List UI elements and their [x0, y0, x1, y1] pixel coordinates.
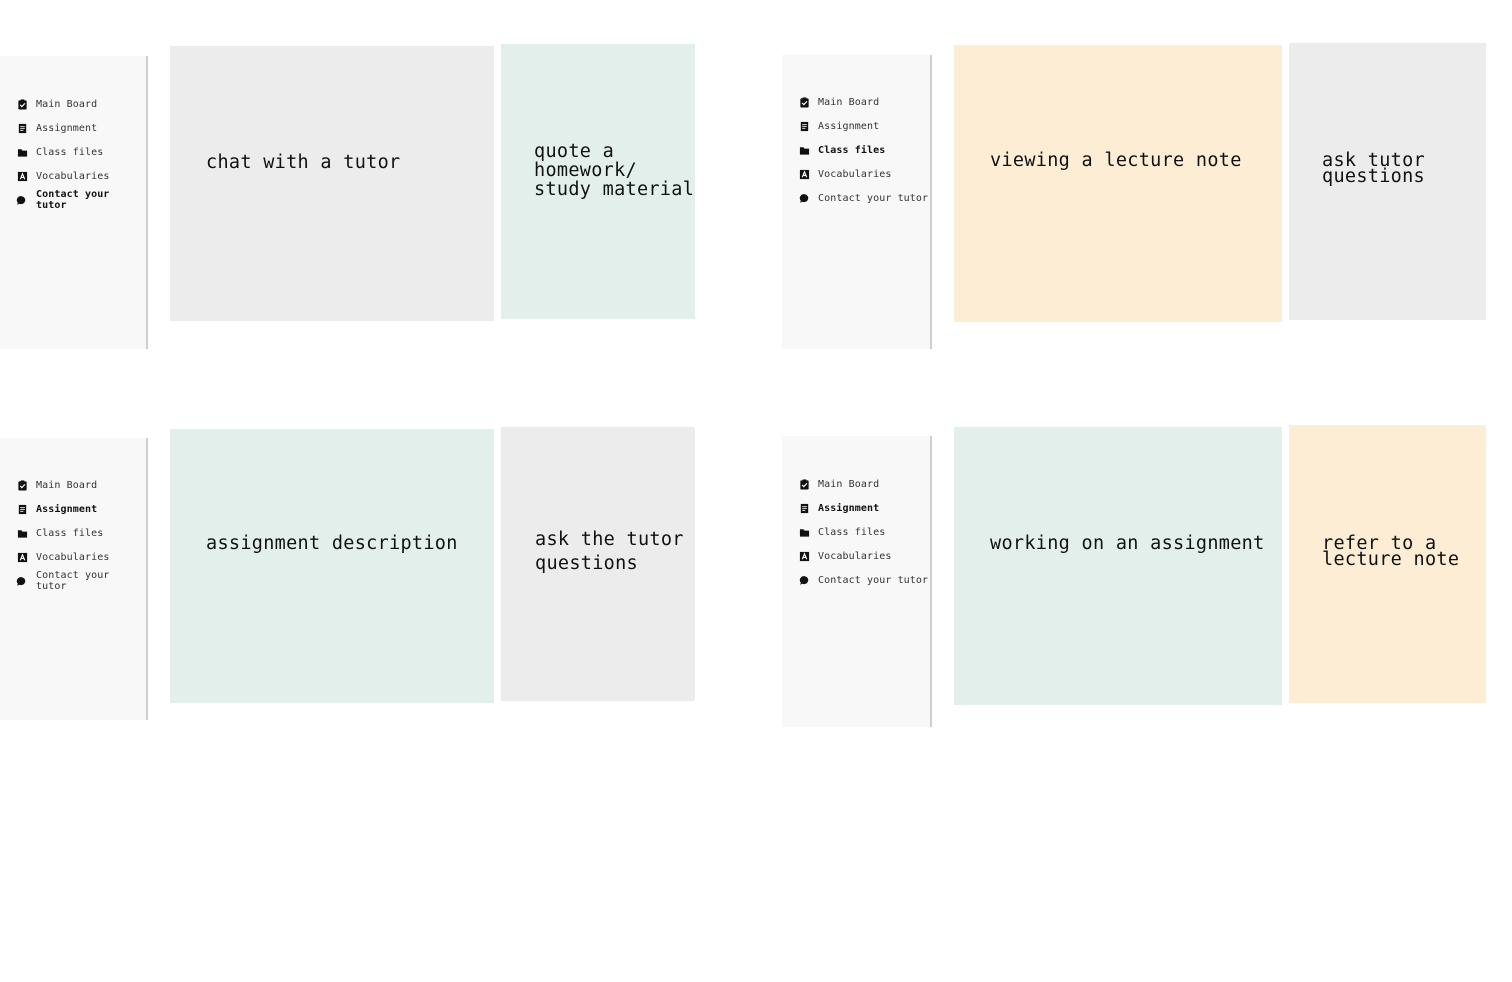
clipboard-check-icon — [16, 98, 28, 110]
main-panel-text: working on an assignment — [990, 533, 1265, 554]
chat-bubble-icon — [16, 575, 28, 587]
main-panel[interactable]: assignment description — [170, 429, 494, 703]
sidebar-item-vocabularies[interactable]: Vocabularies — [16, 164, 146, 188]
sidebar-item-main-board[interactable]: Main Board — [798, 472, 928, 496]
sidebar-item-vocabularies[interactable]: Vocabularies — [798, 544, 928, 568]
main-panel[interactable]: working on an assignment — [954, 427, 1282, 705]
sidebar-item-main-board[interactable]: Main Board — [16, 92, 146, 116]
side-panel[interactable]: quote a homework/ study material — [501, 44, 695, 319]
main-panel[interactable]: chat with a tutor — [170, 46, 494, 321]
sidebar-item-label: Assignment — [818, 120, 880, 132]
sidebar-item-assignment[interactable]: Assignment — [16, 116, 146, 140]
chat-bubble-icon — [16, 194, 28, 206]
folder-icon — [16, 146, 28, 158]
folder-icon — [798, 144, 810, 156]
sidebar-item-label: Main Board — [36, 98, 98, 110]
sidebar-item-label: Assignment — [36, 122, 98, 134]
main-panel[interactable]: viewing a lecture note — [954, 45, 1282, 322]
sidebar-item-label: Contact your tutor — [818, 574, 929, 586]
clipboard-check-icon — [798, 478, 810, 490]
sidebar-nav: Main Board Assignment Class files Vocabu… — [798, 472, 928, 592]
side-panel-text: quote a homework/ study material — [534, 141, 695, 200]
sidebar-nav: Main Board Assignment Class files Vocabu… — [798, 90, 928, 210]
side-panel-text: ask tutor questions — [1322, 150, 1425, 187]
sidebar-item-main-board[interactable]: Main Board — [16, 473, 146, 497]
sidebar-item-label: Vocabularies — [818, 168, 892, 180]
sidebar: Main Board Assignment Class files Vocabu… — [782, 55, 932, 349]
side-panel[interactable]: ask the tutor questions — [501, 427, 695, 701]
clipboard-check-icon — [798, 96, 810, 108]
letter-a-icon — [798, 550, 810, 562]
sidebar-item-label: Class files — [818, 144, 886, 156]
document-icon — [798, 502, 810, 514]
main-panel-text: chat with a tutor — [206, 152, 401, 173]
sidebar-item-contact-tutor[interactable]: Contact your tutor — [16, 188, 146, 212]
sidebar: Main Board Assignment Class files Vocabu… — [782, 436, 932, 727]
chat-bubble-icon — [798, 574, 810, 586]
sidebar-item-label: Vocabularies — [36, 170, 110, 182]
main-panel-text: assignment description — [206, 533, 458, 554]
sidebar-item-label: Contact your tutor — [35, 570, 110, 592]
side-panel-text: ask the tutor questions — [535, 529, 684, 574]
sidebar-item-label: Class files — [36, 527, 104, 539]
side-panel[interactable]: refer to a lecture note — [1289, 425, 1486, 703]
sidebar-item-class-files[interactable]: Class files — [798, 138, 928, 162]
sidebar-item-assignment[interactable]: Assignment — [798, 496, 928, 520]
side-panel[interactable]: ask tutor questions — [1289, 43, 1486, 320]
sidebar-item-contact-tutor[interactable]: Contact your tutor — [798, 186, 928, 210]
sidebar-item-label: Contact your tutor — [35, 189, 110, 211]
clipboard-check-icon — [16, 479, 28, 491]
main-panel-text: viewing a lecture note — [990, 150, 1242, 171]
document-icon — [16, 503, 28, 515]
sidebar-nav: Main Board Assignment Class files Vocabu… — [16, 92, 146, 212]
sidebar-item-label: Main Board — [36, 479, 98, 491]
sidebar: Main Board Assignment Class files Vocabu… — [0, 56, 148, 349]
sidebar-item-label: Vocabularies — [36, 551, 110, 563]
sidebar: Main Board Assignment Class files Vocabu… — [0, 438, 148, 720]
letter-a-icon — [798, 168, 810, 180]
sidebar-item-label: Class files — [36, 146, 104, 158]
document-icon — [798, 120, 810, 132]
sidebar-item-vocabularies[interactable]: Vocabularies — [798, 162, 928, 186]
sidebar-item-class-files[interactable]: Class files — [16, 140, 146, 164]
sidebar-item-contact-tutor[interactable]: Contact your tutor — [16, 569, 146, 593]
folder-icon — [798, 526, 810, 538]
document-icon — [16, 122, 28, 134]
folder-icon — [16, 527, 28, 539]
sidebar-item-assignment[interactable]: Assignment — [16, 497, 146, 521]
sidebar-item-label: Vocabularies — [818, 550, 892, 562]
sidebar-item-contact-tutor[interactable]: Contact your tutor — [798, 568, 928, 592]
side-panel-text: refer to a lecture note — [1322, 533, 1460, 570]
sidebar-item-label: Class files — [818, 526, 886, 538]
sidebar-item-class-files[interactable]: Class files — [798, 520, 928, 544]
letter-a-icon — [16, 551, 28, 563]
sidebar-item-vocabularies[interactable]: Vocabularies — [16, 545, 146, 569]
letter-a-icon — [16, 170, 28, 182]
sidebar-item-label: Contact your tutor — [818, 192, 929, 204]
sidebar-item-main-board[interactable]: Main Board — [798, 90, 928, 114]
chat-bubble-icon — [798, 192, 810, 204]
sidebar-item-label: Main Board — [818, 96, 880, 108]
sidebar-item-assignment[interactable]: Assignment — [798, 114, 928, 138]
sidebar-item-label: Assignment — [36, 503, 98, 515]
sidebar-item-label: Main Board — [818, 478, 880, 490]
sidebar-nav: Main Board Assignment Class files Vocabu… — [16, 473, 146, 593]
sidebar-item-label: Assignment — [818, 502, 880, 514]
sidebar-item-class-files[interactable]: Class files — [16, 521, 146, 545]
